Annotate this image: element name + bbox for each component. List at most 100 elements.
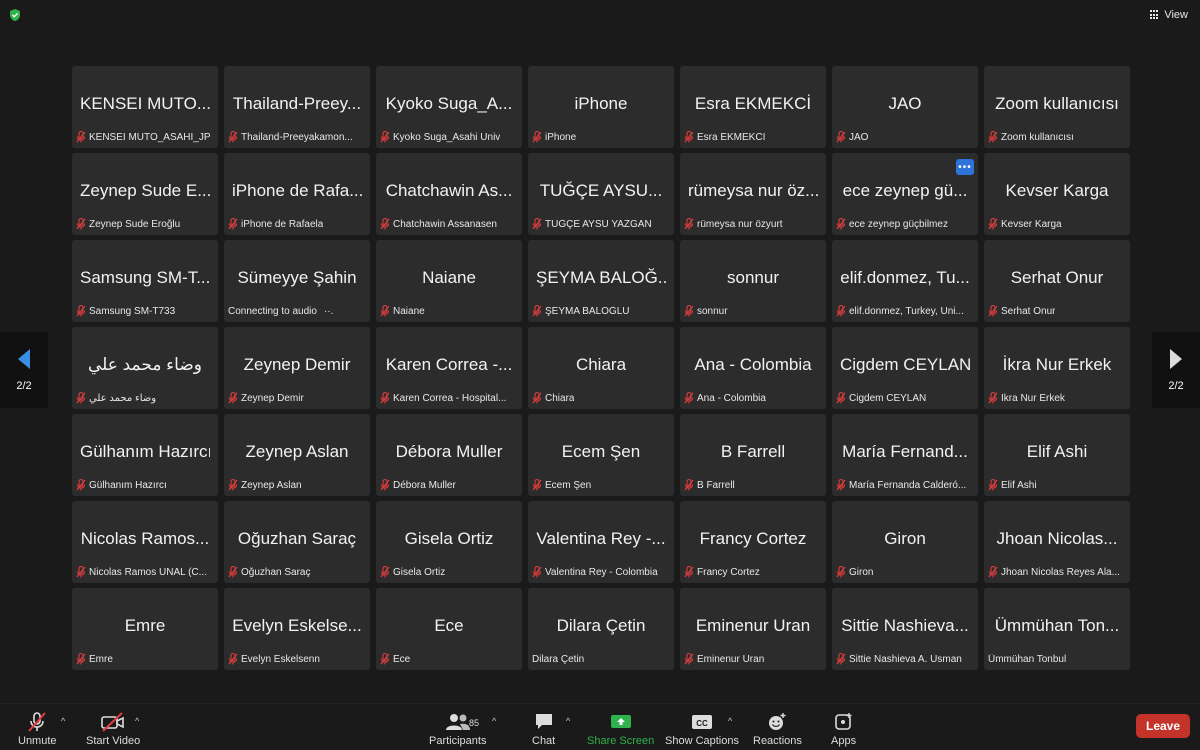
participant-tile[interactable]: B Farrell B Farrell: [680, 414, 826, 496]
muted-mic-icon: [76, 305, 86, 317]
participant-tile[interactable]: Zeynep Sude E... Zeynep Sude Eroğlu: [72, 153, 218, 235]
participant-tile[interactable]: Karen Correa -... Karen Correa - Hospita…: [376, 327, 522, 409]
participant-label-text: JAO: [849, 131, 869, 143]
participant-tile[interactable]: rümeysa nur öz... rümeysa nur özyurt: [680, 153, 826, 235]
participant-display-name: Eminenur Uran: [695, 616, 811, 635]
participants-options-caret[interactable]: ^: [492, 716, 496, 726]
muted-mic-icon: [684, 392, 694, 404]
participant-label-text: Ümmühan Tonbul: [988, 653, 1067, 665]
participant-label-text: Eminenur Uran: [697, 653, 765, 665]
chat-button[interactable]: Chat: [532, 712, 555, 747]
participant-tile[interactable]: Zeynep Aslan Zeynep Aslan: [224, 414, 370, 496]
apps-label: Apps: [831, 735, 857, 747]
participant-tile[interactable]: Débora Muller Débora Muller: [376, 414, 522, 496]
participant-tile[interactable]: Sittie Nashieva... Sittie Nashieva A. Us…: [832, 588, 978, 670]
participant-tile[interactable]: iPhone iPhone: [528, 66, 674, 148]
reactions-button[interactable]: Reactions: [753, 712, 802, 747]
captions-options-caret[interactable]: ^: [728, 716, 732, 726]
shield-icon[interactable]: [8, 8, 22, 22]
participant-tile[interactable]: Evelyn Eskelse... Evelyn Eskelsenn: [224, 588, 370, 670]
muted-mic-icon: [532, 566, 542, 578]
participant-tile[interactable]: ŞEYMA BALOĞ... ŞEYMA BALOĞLU: [528, 240, 674, 322]
participant-label-text: Connecting to audio: [228, 305, 317, 317]
participant-tile[interactable]: Ece Ece: [376, 588, 522, 670]
participant-tile[interactable]: TUĞÇE AYSU... TUĞÇE AYSU YAZGAN: [528, 153, 674, 235]
participant-tile[interactable]: Zoom kullanıcısı Zoom kullanıcısı: [984, 66, 1130, 148]
participant-tile[interactable]: Dilara Çetin Dilara Çetin: [528, 588, 674, 670]
participant-tile[interactable]: María Fernand... María Fernanda Calderó.…: [832, 414, 978, 496]
participant-display-name: elif.donmez, Tu...: [840, 268, 970, 287]
participant-label-text: Ana - Colombia: [697, 392, 766, 404]
participant-gallery: KENSEI MUTO... KENSEI MUTO_ASAHI_JP Thai…: [72, 66, 1130, 674]
participant-tile[interactable]: Esra EKMEKCİ Esra EKMEKCİ: [680, 66, 826, 148]
participant-display-name: Thailand-Preey...: [232, 94, 362, 113]
participant-tile[interactable]: İkra Nur Erkek İkra Nur Erkek: [984, 327, 1130, 409]
participant-tile[interactable]: elif.donmez, Tu... elif.donmez, Turkey, …: [832, 240, 978, 322]
participant-tile[interactable]: JAO JAO: [832, 66, 978, 148]
share-screen-button[interactable]: Share Screen: [587, 712, 654, 747]
participant-display-name: Cigdem CEYLAN: [840, 355, 970, 374]
participant-label-text: Kevser Karga: [1001, 218, 1062, 230]
page-indicator-left: 2/2: [16, 380, 32, 392]
participant-tile[interactable]: Ana - Colombia Ana - Colombia: [680, 327, 826, 409]
participant-tile[interactable]: Cigdem CEYLAN Cigdem CEYLAN: [832, 327, 978, 409]
audio-options-caret[interactable]: ^: [61, 716, 65, 726]
participant-tile[interactable]: Nicolas Ramos... Nicolas Ramos UNAL (C..…: [72, 501, 218, 583]
more-options-button[interactable]: •••: [956, 159, 974, 175]
participant-tile[interactable]: Thailand-Preey... Thailand-Preeyakamon..…: [224, 66, 370, 148]
participant-tile[interactable]: Ümmühan Ton... Ümmühan Tonbul: [984, 588, 1130, 670]
participant-name-label: rümeysa nur özyurt: [684, 217, 820, 231]
leave-button[interactable]: Leave: [1136, 714, 1190, 738]
participant-label-text: Gisela Ortiz: [393, 566, 446, 578]
participant-tile[interactable]: Chiara Chiara: [528, 327, 674, 409]
meeting-toolbar: Unmute ^ Start Video ^ Participants 85 ^…: [0, 703, 1200, 750]
participant-tile[interactable]: Jhoan Nicolas... Jhoan Nicolas Reyes Ala…: [984, 501, 1130, 583]
muted-mic-icon: [228, 566, 238, 578]
view-button[interactable]: View: [1150, 6, 1188, 24]
participant-tile[interactable]: Valentina Rey -... Valentina Rey - Colom…: [528, 501, 674, 583]
participant-tile[interactable]: Ecem Şen Ecem Şen: [528, 414, 674, 496]
participant-display-name: Oğuzhan Saraç: [237, 529, 357, 548]
previous-page-button[interactable]: 2/2: [0, 332, 48, 408]
participants-count: 85: [469, 718, 480, 728]
participant-tile[interactable]: iPhone de Rafa... iPhone de Rafaela: [224, 153, 370, 235]
chat-icon: [535, 714, 552, 729]
participant-tile[interactable]: Gisela Ortiz Gisela Ortiz: [376, 501, 522, 583]
connecting-dots-icon: ··.: [323, 305, 334, 317]
participant-tile[interactable]: Oğuzhan Saraç Oğuzhan Saraç: [224, 501, 370, 583]
participant-tile[interactable]: Elif Ashi Elif Ashi: [984, 414, 1130, 496]
apps-button[interactable]: Apps: [831, 712, 856, 747]
participant-tile[interactable]: Gülhanım Hazırcı Gülhanım Hazırcı: [72, 414, 218, 496]
participant-label-text: Sittie Nashieva A. Usman: [849, 653, 962, 665]
participant-tile[interactable]: sonnur sonnur: [680, 240, 826, 322]
muted-mic-icon: [532, 131, 542, 143]
participant-tile[interactable]: Samsung SM-T... Samsung SM-T733: [72, 240, 218, 322]
participant-tile[interactable]: ece zeynep gü... ece zeynep güçbilmez ••…: [832, 153, 978, 235]
participant-tile[interactable]: Serhat Onur Serhat Onur: [984, 240, 1130, 322]
participant-label-text: Giron: [849, 566, 874, 578]
unmute-button[interactable]: Unmute: [18, 712, 57, 747]
participant-tile[interactable]: Kyoko Suga_A... Kyoko Suga_Asahi Univ: [376, 66, 522, 148]
participant-tile[interactable]: Zeynep Demir Zeynep Demir: [224, 327, 370, 409]
participant-name-label: Sittie Nashieva A. Usman: [836, 652, 972, 666]
participant-tile[interactable]: Giron Giron: [832, 501, 978, 583]
next-page-button[interactable]: 2/2: [1152, 332, 1200, 408]
start-video-button[interactable]: Start Video: [86, 712, 140, 747]
participant-tile[interactable]: KENSEI MUTO... KENSEI MUTO_ASAHI_JP: [72, 66, 218, 148]
participant-tile[interactable]: Francy Cortez Francy Cortez: [680, 501, 826, 583]
participant-tile[interactable]: Naiane Naiane: [376, 240, 522, 322]
video-options-caret[interactable]: ^: [135, 716, 139, 726]
participant-tile[interactable]: Emre Emre: [72, 588, 218, 670]
participant-display-name: Naiane: [422, 268, 476, 287]
participant-tile[interactable]: Chatchawin As... Chatchawin Assanasen: [376, 153, 522, 235]
participant-tile[interactable]: Kevser Karga Kevser Karga: [984, 153, 1130, 235]
participant-tile[interactable]: وضاء محمد علي وضاء محمد علي: [72, 327, 218, 409]
share-screen-icon: [610, 715, 631, 728]
muted-mic-icon: [532, 305, 542, 317]
participant-name-label: iPhone: [532, 130, 668, 144]
participant-tile[interactable]: Sümeyye Şahin Connecting to audio ··.: [224, 240, 370, 322]
participant-label-text: Emre: [89, 653, 113, 665]
chat-options-caret[interactable]: ^: [566, 716, 570, 726]
participant-name-label: Ece: [380, 652, 516, 666]
participant-tile[interactable]: Eminenur Uran Eminenur Uran: [680, 588, 826, 670]
